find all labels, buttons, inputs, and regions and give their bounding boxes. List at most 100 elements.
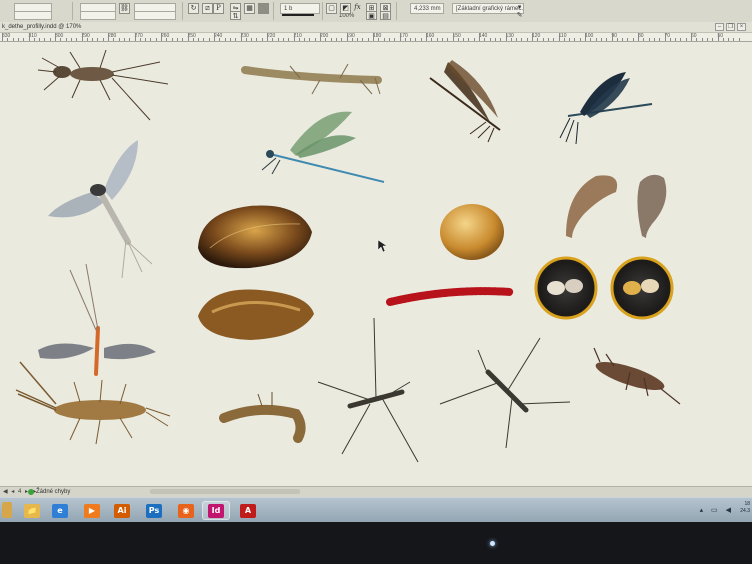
restore-icon[interactable]: ❐ xyxy=(726,23,735,31)
height-field[interactable] xyxy=(80,11,116,20)
ruler-tick xyxy=(166,38,168,41)
drop-shadow-icon[interactable]: ◩ xyxy=(340,3,351,14)
ruler-label: 110 xyxy=(558,33,567,39)
ruler-tick xyxy=(638,33,639,41)
freshwater-mussel-bottom xyxy=(198,289,314,340)
ruler-label: 260 xyxy=(161,33,170,39)
ruler-tick xyxy=(627,38,629,41)
ruler-label: 150 xyxy=(452,33,461,39)
ruler-tick xyxy=(203,38,205,41)
control-panel: ⛓ ↻ ⧄ P ⇋ ⇅ ▦ 1 b ▢ 100% ◩ fx ⊞ ⊠ ▣ ▤ 4,… xyxy=(0,0,752,23)
clear-overrides-icon[interactable]: ✎ xyxy=(514,11,525,20)
flip-vertical-icon[interactable]: ⇅ xyxy=(230,11,241,20)
stonefly-nymph-2 xyxy=(15,361,171,445)
media-player-icon: ▶ xyxy=(84,503,100,518)
ruler-tick xyxy=(574,38,576,41)
ruler-tick xyxy=(669,38,671,41)
ruler-tick xyxy=(590,38,592,41)
ruler-tick xyxy=(489,38,491,41)
ruler-tick xyxy=(70,38,72,41)
taskbar-acrobat-button[interactable]: A xyxy=(234,501,262,520)
center-content-icon[interactable]: ▣ xyxy=(366,11,377,20)
fill-frame-icon[interactable]: ▤ xyxy=(380,11,391,20)
taskbar-media-player-button[interactable]: ▶ xyxy=(78,501,106,520)
ruler-tick xyxy=(214,33,215,41)
ruler-tick xyxy=(118,38,120,41)
ruler-tick xyxy=(314,38,316,41)
ruler-tick xyxy=(155,38,157,41)
ruler-tick xyxy=(298,38,300,41)
ruler-tick xyxy=(235,38,237,41)
ruler-label: 230 xyxy=(240,33,249,39)
clock[interactable]: 18 24.3 xyxy=(740,501,750,515)
ruler-tick xyxy=(648,38,650,41)
constrain-icon[interactable]: ⛓ xyxy=(119,3,130,14)
ruler-tick xyxy=(526,38,528,41)
ruler-tick xyxy=(134,33,136,41)
leech-1 xyxy=(566,175,618,238)
ruler-tick xyxy=(23,38,25,41)
stroke-type-icon[interactable] xyxy=(282,14,314,16)
taskbar-firefox-button[interactable]: ◉ xyxy=(172,501,200,520)
taskbar-photoshop-button[interactable]: Ps xyxy=(140,501,168,520)
mouse-cursor-icon xyxy=(377,239,388,253)
ruler-tick xyxy=(510,38,512,41)
ruler-tick xyxy=(139,38,141,41)
horizontal-scrollbar[interactable] xyxy=(150,489,300,494)
document-canvas[interactable] xyxy=(0,42,752,486)
ruler-tick xyxy=(500,38,502,41)
ruler-label: 310 xyxy=(28,33,37,39)
ruler-tick xyxy=(691,33,692,41)
ruler-label: 120 xyxy=(532,33,541,39)
ruler-tick xyxy=(394,38,396,41)
ostracod-circle-1 xyxy=(534,256,598,320)
ruler-tick xyxy=(123,38,125,41)
stroke-weight-field[interactable]: 1 b xyxy=(280,3,320,14)
select-container-icon[interactable]: ▦ xyxy=(244,3,255,14)
ruler-tick xyxy=(473,38,475,41)
system-tray: ▴ ▭ ◀ xyxy=(699,507,734,514)
mayfly-nymph xyxy=(37,49,169,121)
ruler-tick xyxy=(304,38,306,41)
ruler-tick xyxy=(659,38,661,41)
fx-icon[interactable]: fx xyxy=(352,3,363,14)
taskbar-internet-explorer-button[interactable]: e xyxy=(46,501,74,520)
ruler-tick xyxy=(182,38,184,41)
ruler-tick xyxy=(701,38,703,41)
ruler-tick xyxy=(622,38,624,41)
ruler-label: 280 xyxy=(108,33,117,39)
green-damselfly xyxy=(261,111,385,183)
y-field[interactable] xyxy=(14,11,52,20)
ruler-tick xyxy=(606,38,608,41)
gap-field[interactable]: 4,233 mm xyxy=(410,3,444,14)
leech-2 xyxy=(637,174,667,238)
shear-icon[interactable]: ⧄ xyxy=(202,3,213,14)
bloodworm xyxy=(386,287,514,306)
firefox-icon: ◉ xyxy=(178,503,194,518)
photoshop-icon: Ps xyxy=(146,503,162,518)
taskbar-indesign-button[interactable]: Id xyxy=(202,501,230,520)
ruler-label: 160 xyxy=(426,33,435,39)
ruler-label: 180 xyxy=(373,33,382,39)
ruler-tick xyxy=(224,38,226,41)
ruler-label: 290 xyxy=(81,33,90,39)
taskbar-illustrator-button[interactable]: Ai xyxy=(108,501,136,520)
ruler-tick xyxy=(722,38,724,41)
fill-swatch-icon[interactable] xyxy=(258,3,269,14)
ruler-label: 190 xyxy=(346,33,355,39)
scale-y-field[interactable] xyxy=(134,11,176,20)
start-edge-icon[interactable] xyxy=(2,502,12,518)
close-icon[interactable]: × xyxy=(737,23,746,31)
text-frame-icon[interactable]: P xyxy=(213,3,224,14)
minimize-icon[interactable]: – xyxy=(715,23,724,31)
ruler-tick xyxy=(569,38,571,41)
preflight-status-label[interactable]: Žádné chyby xyxy=(36,487,70,497)
rotate-icon[interactable]: ↻ xyxy=(188,3,199,14)
preflight-status-icon xyxy=(28,489,34,495)
divider xyxy=(72,2,73,20)
snail-egg xyxy=(440,204,504,260)
taskbar-windows-explorer-button[interactable]: 📁 xyxy=(18,501,46,520)
ruler-tick xyxy=(33,38,35,41)
document-tab-title[interactable]: k_dethe_profilly.indd @ 170% xyxy=(2,22,81,32)
ruler-tick xyxy=(293,33,295,41)
